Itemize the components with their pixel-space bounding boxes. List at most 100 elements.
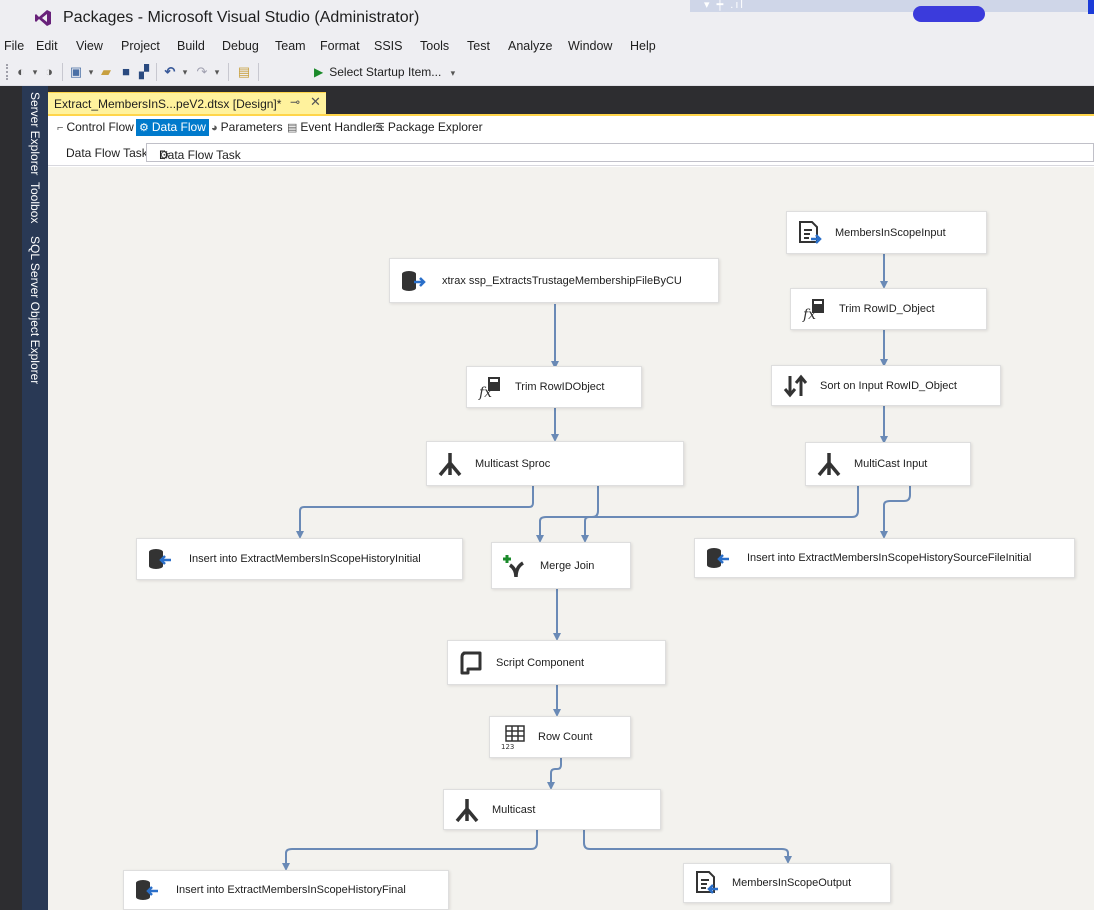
- tab-parameters[interactable]: ◕ Parameters: [208, 119, 286, 136]
- new-dropdown-icon[interactable]: ▾: [86, 62, 96, 82]
- event-handlers-icon: ▤: [287, 122, 298, 134]
- path-multicast-input-to-merge-join[interactable]: [536, 486, 859, 543]
- document-tab[interactable]: Extract_MembersInS...peV2.dtsx [Design]*…: [48, 92, 326, 114]
- data-flow-task-label: Data Flow Task:: [66, 146, 152, 160]
- data-flow-canvas[interactable]: MembersInScopeInput xtrax ssp_ExtractsTr…: [48, 167, 1094, 910]
- undo-dropdown-icon[interactable]: ▾: [180, 62, 190, 82]
- pin-icon[interactable]: ⊸: [290, 95, 300, 109]
- navigate-forward-icon[interactable]: ◑: [42, 62, 56, 82]
- find-in-files-icon[interactable]: ▤: [236, 62, 252, 82]
- insert-history-final-component[interactable]: Insert into ExtractMembersInScopeHistory…: [123, 870, 449, 910]
- tab-package-explorer[interactable]: ☰ Package Explorer: [372, 119, 486, 136]
- menu-format[interactable]: Format: [320, 39, 360, 53]
- path-row-count-to-multicast[interactable]: [547, 758, 562, 790]
- merge-join-component[interactable]: Merge Join: [491, 542, 631, 589]
- close-icon[interactable]: ✕: [310, 94, 321, 110]
- standard-toolbar: ◐ ▾ ◑ ▣ ▾ ▰ ■ ▞ ↶ ▾ ↷ ▾ ▤ ▶ Select Startu…: [0, 58, 1094, 86]
- row-count-component[interactable]: 123 Row Count: [489, 716, 631, 758]
- back-dropdown-icon[interactable]: ▾: [30, 62, 40, 82]
- menu-team[interactable]: Team: [275, 39, 306, 53]
- title-bar: Packages - Microsoft Visual Studio (Admi…: [0, 0, 1094, 36]
- toolbox-tab[interactable]: Toolbox: [28, 182, 42, 223]
- menu-tools[interactable]: Tools: [420, 39, 449, 53]
- insert-history-source-file-initial-component[interactable]: Insert into ExtractMembersInScopeHistory…: [694, 538, 1075, 578]
- multicast-sproc-label: Multicast Sproc: [475, 457, 551, 470]
- tab-data-flow-label: Data Flow: [151, 120, 206, 134]
- toolbar-separator: [228, 63, 229, 81]
- merge-join-label: Merge Join: [540, 559, 595, 572]
- multicast-icon: [816, 451, 842, 477]
- tab-event-handlers[interactable]: ▤ Event Handlers: [284, 119, 385, 136]
- save-all-icon[interactable]: ▞: [136, 62, 152, 82]
- sort-icon: [782, 373, 808, 399]
- ole-db-destination-icon: [705, 545, 731, 571]
- menu-edit[interactable]: Edit: [36, 39, 58, 53]
- flat-file-source-icon: [797, 220, 823, 246]
- xtrax-sproc-source-component[interactable]: xtrax ssp_ExtractsTrustageMembershipFile…: [389, 258, 719, 303]
- path-multicast-to-output[interactable]: [583, 830, 792, 864]
- sort-on-input-component[interactable]: Sort on Input RowID_Object: [771, 365, 1001, 406]
- menu-window[interactable]: Window: [568, 39, 612, 53]
- navigate-back-icon[interactable]: ◐: [14, 62, 28, 82]
- flat-file-destination-icon: [694, 870, 720, 896]
- members-in-scope-input-component[interactable]: MembersInScopeInput: [786, 211, 987, 254]
- ole-db-source-icon: [400, 268, 426, 294]
- path-multicast-sproc-to-merge-join[interactable]: [581, 486, 599, 543]
- menu-test[interactable]: Test: [467, 39, 490, 53]
- account-badge[interactable]: [913, 6, 985, 22]
- parameters-icon: ◕: [211, 122, 218, 134]
- redo-icon[interactable]: ↷: [194, 62, 210, 82]
- insert-history-initial-component[interactable]: Insert into ExtractMembersInScopeHistory…: [136, 538, 463, 580]
- server-explorer-tab[interactable]: Server Explorer: [28, 92, 42, 175]
- menu-analyze[interactable]: Analyze: [508, 39, 552, 53]
- tab-control-flow[interactable]: ⌐ Control Flow: [54, 119, 137, 136]
- menu-view[interactable]: View: [76, 39, 103, 53]
- script-component-icon: [458, 650, 484, 676]
- svg-text:fx: fx: [478, 385, 492, 400]
- ole-db-destination-icon: [147, 546, 173, 572]
- toolbar-grip[interactable]: [6, 64, 10, 80]
- menu-help[interactable]: Help: [630, 39, 656, 53]
- tab-data-flow[interactable]: ⚙ Data Flow: [136, 119, 209, 136]
- xtrax-sproc-label: xtrax ssp_ExtractsTrustageMembershipFile…: [442, 274, 682, 287]
- startup-item-label: Select Startup Item...: [329, 65, 442, 79]
- document-tab-title: Extract_MembersInS...peV2.dtsx [Design]*: [54, 97, 282, 111]
- insert-history-initial-label: Insert into ExtractMembersInScopeHistory…: [189, 553, 421, 565]
- path-multicast-to-insert-final[interactable]: [282, 830, 538, 871]
- startup-dropdown-icon[interactable]: ▾: [451, 68, 456, 78]
- toolbar-separator: [156, 63, 157, 81]
- path-multicast-input-to-insert-source-file[interactable]: [880, 486, 911, 539]
- undo-icon[interactable]: ↶: [162, 62, 178, 82]
- data-flow-task-bar: Data Flow Task: ⚙ Data Flow Task: [48, 140, 1094, 166]
- data-flow-task-select[interactable]: ⚙ Data Flow Task: [146, 143, 1094, 162]
- trim-rowid-object-input-component[interactable]: fx Trim RowID_Object: [790, 288, 987, 330]
- members-in-scope-output-component[interactable]: MembersInScopeOutput: [683, 863, 891, 903]
- script-component-label: Script Component: [496, 656, 585, 669]
- trim-rowidobject-sproc-component[interactable]: fx Trim RowIDObject: [466, 366, 642, 408]
- menu-build[interactable]: Build: [177, 39, 205, 53]
- script-component[interactable]: Script Component: [447, 640, 666, 685]
- signal-icon: ▾ ┿ .ıl: [704, 0, 745, 11]
- tab-parameters-label: Parameters: [220, 120, 283, 134]
- sql-server-object-explorer-tab[interactable]: SQL Server Object Explorer: [28, 236, 42, 384]
- svg-text:fx: fx: [802, 307, 816, 322]
- multicast-input-label: MultiCast Input: [854, 458, 928, 470]
- new-project-icon[interactable]: ▣: [68, 62, 84, 82]
- multicast-icon: [437, 451, 463, 477]
- menu-file[interactable]: File: [4, 39, 24, 53]
- multicast-input-component[interactable]: MultiCast Input: [805, 442, 971, 486]
- start-button[interactable]: ▶ Select Startup Item... ▾: [314, 62, 455, 82]
- open-folder-icon[interactable]: ▰: [98, 62, 114, 82]
- save-icon[interactable]: ■: [118, 62, 134, 82]
- merge-join-icon: [502, 553, 528, 579]
- insert-history-final-label: Insert into ExtractMembersInScopeHistory…: [176, 884, 406, 896]
- multicast-component[interactable]: Multicast: [443, 789, 661, 830]
- menu-ssis[interactable]: SSIS: [374, 39, 403, 53]
- redo-dropdown-icon[interactable]: ▾: [212, 62, 222, 82]
- row-count-icon: 123: [500, 724, 526, 751]
- path-multicast-sproc-to-insert-initial[interactable]: [296, 486, 534, 539]
- menu-project[interactable]: Project: [121, 39, 160, 53]
- multicast-sproc-component[interactable]: Multicast Sproc: [426, 441, 684, 486]
- control-flow-icon: ⌐: [57, 122, 64, 134]
- menu-debug[interactable]: Debug: [222, 39, 259, 53]
